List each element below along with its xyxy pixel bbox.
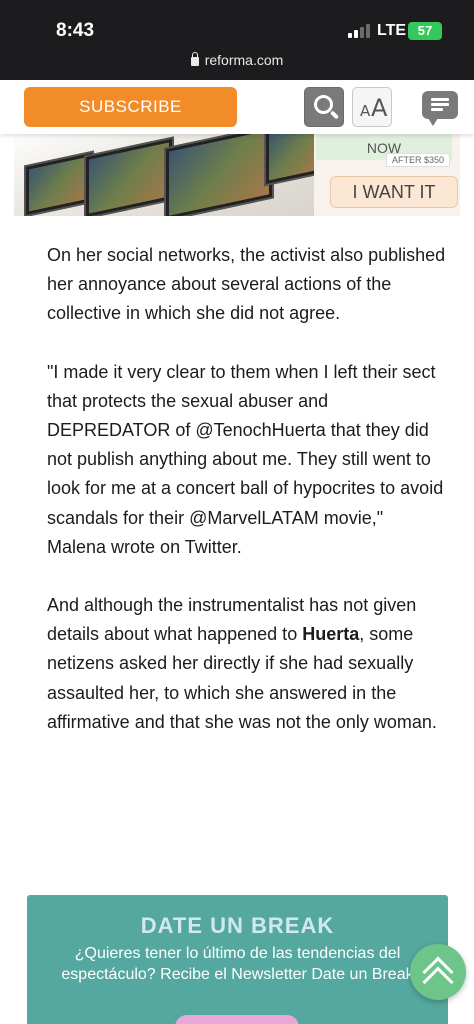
site-header: SUBSCRIBE AA: [0, 80, 474, 134]
network-type: LTE: [377, 22, 407, 39]
ad-cta-button[interactable]: I WANT IT: [330, 176, 458, 208]
subscribe-button[interactable]: SUBSCRIBE: [24, 87, 237, 127]
newsletter-signup-button[interactable]: [175, 1015, 299, 1024]
status-time: 8:43: [56, 20, 95, 41]
ad-price-panel: NOW AFTER $350 I WANT IT: [314, 128, 460, 216]
scroll-to-top-button[interactable]: [410, 944, 466, 1000]
ad-banner[interactable]: NOW AFTER $350 I WANT IT: [14, 128, 460, 216]
article-body: On her social networks, the activist als…: [47, 241, 447, 766]
status-bar: 8:43 LTE 57 reforma.com: [0, 0, 474, 80]
text-size-button[interactable]: AA: [352, 87, 392, 127]
lock-icon: [190, 52, 199, 66]
ad-image: [14, 128, 324, 216]
search-button[interactable]: [304, 87, 344, 127]
article-paragraph: "I made it very clear to them when I lef…: [47, 361, 444, 557]
comments-icon: [422, 91, 458, 126]
article-paragraph: And although the instrumentalist has not…: [47, 595, 437, 732]
comments-button[interactable]: [420, 87, 460, 127]
newsletter-text: ¿Quieres tener lo último de las tendenci…: [61, 945, 414, 983]
newsletter-card: DATE UN BREAK ¿Quieres tener lo último d…: [27, 895, 448, 1024]
url-text: reforma.com: [204, 52, 284, 68]
ad-after-price: AFTER $350: [386, 153, 451, 167]
newsletter-title: DATE UN BREAK: [140, 913, 335, 938]
signal-icon: [348, 24, 370, 38]
article-paragraph: On her social networks, the activist als…: [47, 245, 446, 324]
article-bold-name: Huerta: [302, 624, 360, 645]
battery-level: 57: [417, 23, 433, 38]
battery-icon: 57: [408, 22, 442, 40]
address-bar[interactable]: reforma.com: [0, 52, 474, 68]
